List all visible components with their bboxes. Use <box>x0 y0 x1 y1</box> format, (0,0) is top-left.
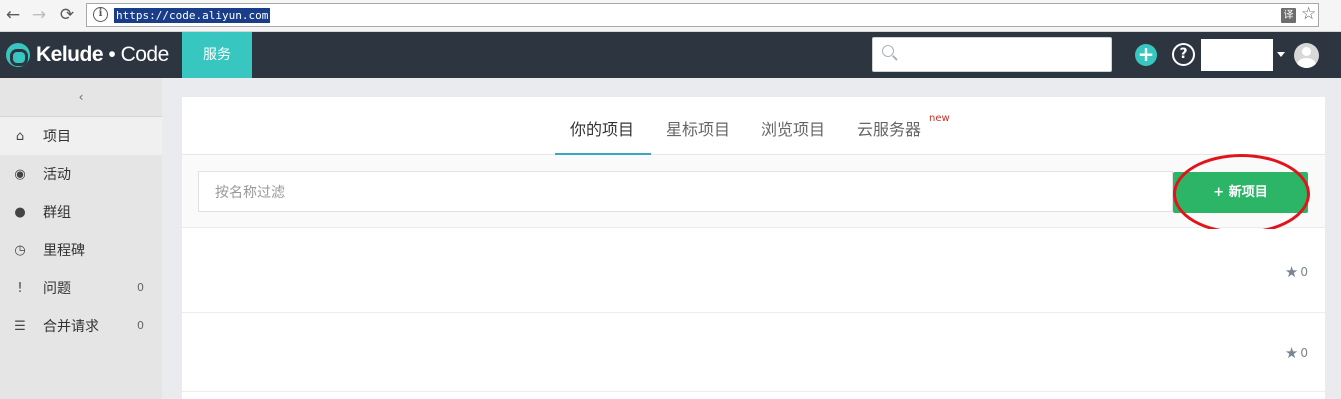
forward-icon[interactable]: → <box>28 4 50 26</box>
url-text[interactable]: https://code.aliyun.com <box>114 8 271 23</box>
sidebar-item-projects[interactable]: ⌂ 项目 <box>0 117 162 155</box>
star-count-value: 0 <box>1300 346 1308 360</box>
dashboard-icon: ◉ <box>14 166 26 182</box>
search-input[interactable] <box>901 38 1106 71</box>
filter-by-name-input[interactable] <box>198 171 1173 212</box>
app-header: Kelude • Code 服务 + ? <box>0 32 1341 78</box>
star-count[interactable]: ★ 0 <box>1285 263 1308 281</box>
star-icon: ★ <box>1284 263 1299 281</box>
user-name-box[interactable] <box>1201 39 1273 71</box>
global-search[interactable] <box>872 37 1112 72</box>
service-tab[interactable]: 服务 <box>182 32 252 78</box>
back-icon[interactable]: ← <box>2 4 24 26</box>
project-row[interactable]: ★ 0 <box>182 314 1325 392</box>
star-icon: ★ <box>1284 344 1299 362</box>
kelude-logo[interactable]: Kelude • Code <box>6 42 169 68</box>
project-tabs: 你的项目 星标项目 浏览项目 云服务器 new <box>182 97 1325 155</box>
sidebar-item-label: 活动 <box>43 167 71 183</box>
info-icon[interactable]: i <box>93 7 108 22</box>
sidebar-item-milestones[interactable]: ◷ 里程碑 <box>0 231 162 269</box>
projects-panel: 你的项目 星标项目 浏览项目 云服务器 new + 新项目 ★ 0 ★ 0 <box>182 97 1325 399</box>
search-icon <box>882 45 894 57</box>
help-icon[interactable]: ? <box>1172 43 1195 66</box>
address-bar[interactable]: i https://code.aliyun.com 译 ☆ <box>86 3 1319 27</box>
translate-icon[interactable]: 译 <box>1281 8 1296 23</box>
tab-cloud-servers[interactable]: 云服务器 new <box>857 113 950 140</box>
merge-requests-count: 0 <box>137 319 144 332</box>
create-plus-icon[interactable]: + <box>1135 44 1157 66</box>
sidebar-item-merge-requests[interactable]: ☰ 合并请求 0 <box>0 307 162 345</box>
annotation-circle <box>1173 154 1310 234</box>
logo-suffix: Code <box>120 43 170 66</box>
new-badge: new <box>929 113 950 124</box>
sidebar-item-label: 合并请求 <box>43 319 99 335</box>
reload-icon[interactable]: ⟳ <box>56 4 78 26</box>
sidebar-item-groups[interactable]: ● 群组 <box>0 193 162 231</box>
sidebar-item-issues[interactable]: ! 问题 0 <box>0 269 162 307</box>
sidebar-item-label: 群组 <box>43 205 71 221</box>
logo-name: Kelude <box>36 43 104 66</box>
bookmark-star-icon[interactable]: ☆ <box>1301 4 1316 24</box>
sidebar-item-activity[interactable]: ◉ 活动 <box>0 155 162 193</box>
user-dropdown-caret-icon[interactable] <box>1277 52 1285 57</box>
list-icon: ☰ <box>14 318 26 334</box>
star-count[interactable]: ★ 0 <box>1285 344 1308 362</box>
tab-your-projects[interactable]: 你的项目 <box>570 116 634 140</box>
sidebar: ‹ ⌂ 项目 ◉ 活动 ● 群组 ◷ 里程碑 ! 问题 0 ☰ 合并请求 0 <box>0 78 162 399</box>
tab-cloud-servers-label: 云服务器 <box>857 120 922 139</box>
sidebar-collapse-icon[interactable]: ‹ <box>0 78 162 117</box>
clock-icon: ◷ <box>14 242 26 258</box>
avatar[interactable] <box>1294 43 1319 68</box>
tab-explore-projects[interactable]: 浏览项目 <box>761 116 825 140</box>
sidebar-item-label: 项目 <box>43 129 71 145</box>
browser-toolbar: ← → ⟳ i https://code.aliyun.com 译 ☆ <box>0 0 1341 32</box>
issues-count: 0 <box>137 281 144 294</box>
exclamation-icon: ! <box>17 280 23 296</box>
sidebar-item-label: 问题 <box>43 281 71 297</box>
group-icon: ● <box>14 204 26 220</box>
sidebar-item-label: 里程碑 <box>43 243 85 259</box>
logo-dot: • <box>108 43 116 66</box>
filter-bar: + 新项目 <box>182 154 1325 234</box>
star-count-value: 0 <box>1300 265 1308 279</box>
project-row[interactable]: ★ 0 <box>182 229 1325 313</box>
home-icon: ⌂ <box>15 128 25 144</box>
logo-mark-icon <box>6 43 30 67</box>
tab-starred-projects[interactable]: 星标项目 <box>666 116 730 140</box>
